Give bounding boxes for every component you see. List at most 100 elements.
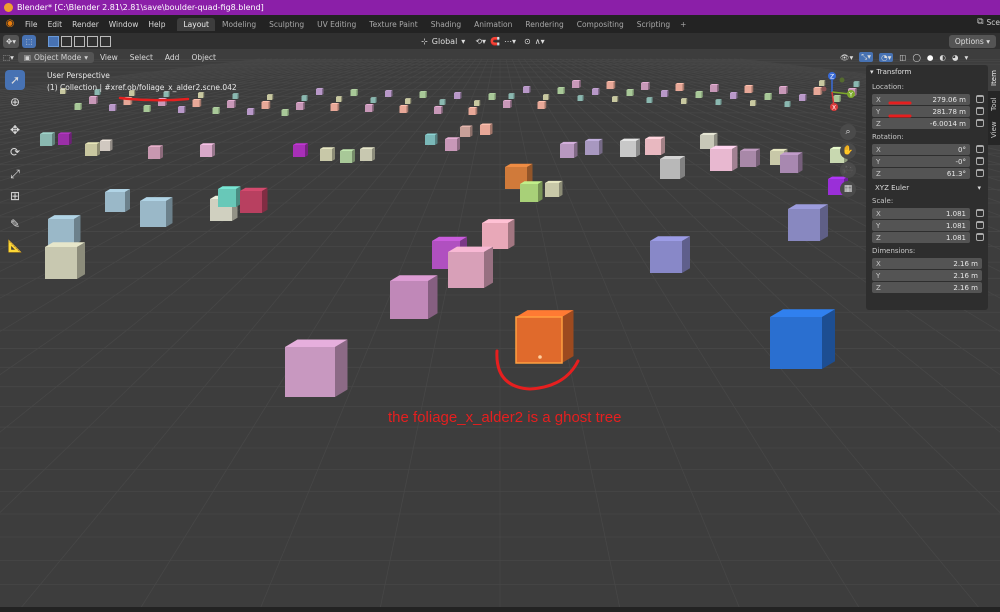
tab-sculpting[interactable]: Sculpting bbox=[263, 18, 310, 31]
scene-cube-far bbox=[227, 101, 234, 108]
scene-cube bbox=[740, 151, 756, 167]
tab-layout[interactable]: Layout bbox=[177, 17, 215, 31]
tab-item[interactable]: Item bbox=[988, 65, 1000, 91]
camera-view-icon[interactable]: 🎥 bbox=[840, 162, 856, 178]
lock-icon[interactable] bbox=[976, 221, 984, 229]
scale-x-field[interactable]: X 1.081 bbox=[872, 208, 984, 219]
scene-cube-side bbox=[305, 143, 308, 157]
ortho-grid-icon[interactable]: ▦ bbox=[840, 181, 856, 197]
tab-compositing[interactable]: Compositing bbox=[571, 18, 630, 31]
select-box-tool-icon[interactable]: ⬚ bbox=[22, 34, 37, 48]
rotate-icon[interactable]: ⟳ bbox=[5, 142, 25, 162]
scene-cube-far-side bbox=[406, 104, 409, 113]
transform-icon[interactable]: ⊞ bbox=[5, 186, 25, 206]
tab-shading[interactable]: Shading bbox=[425, 18, 467, 31]
scale-y-field[interactable]: Y 1.081 bbox=[872, 220, 984, 231]
viewport-menu-add[interactable]: Add bbox=[159, 53, 186, 62]
navigation-gizmo[interactable]: Z Y X bbox=[812, 70, 862, 115]
lock-icon[interactable] bbox=[976, 95, 984, 103]
rotation-z-field[interactable]: Z 61.3° bbox=[872, 168, 984, 179]
wireframe-shading-icon[interactable]: ◯ bbox=[912, 53, 920, 62]
tab-scripting[interactable]: Scripting bbox=[631, 18, 676, 31]
dimensions-z-field[interactable]: Z 2.16 m bbox=[872, 282, 982, 293]
cursor-3d-icon[interactable]: ⊕ bbox=[5, 92, 25, 112]
lock-icon[interactable] bbox=[976, 157, 984, 165]
scene-cube-far-side bbox=[306, 95, 308, 101]
mode-extend-icon[interactable] bbox=[61, 35, 73, 47]
pivot-icon[interactable]: ⟲▾ bbox=[475, 37, 486, 46]
measure-icon[interactable]: 📐 bbox=[5, 236, 25, 256]
zoom-icon[interactable]: ⌕ bbox=[840, 124, 856, 140]
scale-icon[interactable]: ⤢ bbox=[5, 164, 25, 184]
transform-section-header[interactable]: ▾ Transform bbox=[866, 65, 988, 79]
axis-label: X bbox=[876, 145, 881, 154]
scene-name[interactable]: Sce bbox=[987, 18, 1000, 27]
gizmo-neg-y-axis[interactable] bbox=[821, 86, 827, 92]
object-mode-dropdown[interactable]: ▣ Object Mode ▾ bbox=[17, 51, 94, 63]
editor-type-icon[interactable]: ⬚▾ bbox=[3, 53, 14, 62]
rotation-x-field[interactable]: X 0° bbox=[872, 144, 984, 155]
menu-render[interactable]: Render bbox=[67, 20, 104, 29]
menu-file[interactable]: File bbox=[20, 20, 43, 29]
rotation-y-field[interactable]: Y -0° bbox=[872, 156, 984, 167]
lock-icon[interactable] bbox=[976, 145, 984, 153]
viewport-menu-view[interactable]: View bbox=[94, 53, 124, 62]
solid-shading-icon[interactable]: ● bbox=[927, 53, 934, 62]
rotation-mode-dropdown[interactable]: XYZ Euler ▾ bbox=[872, 182, 984, 193]
mode-set-icon[interactable] bbox=[48, 35, 60, 47]
orientation-dropdown[interactable]: Global bbox=[432, 37, 458, 46]
scene-icon[interactable]: ⧉ bbox=[977, 17, 983, 27]
visibility-icon[interactable]: 👁▾ bbox=[840, 53, 853, 62]
snap-target-icon[interactable]: ⋯▾ bbox=[504, 37, 516, 46]
tool-header: ✥▾ ⬚ ⊹ Global ▾ ⟲▾ 🧲 ⋯▾ ⊙ ∧▾ Options ▾ bbox=[0, 33, 1000, 49]
mode-intersect-icon[interactable] bbox=[100, 35, 112, 47]
scene-cube-far-side bbox=[268, 100, 271, 109]
pan-hand-icon[interactable]: ✋ bbox=[840, 143, 856, 159]
scene-cube-far bbox=[212, 108, 219, 114]
tab-view[interactable]: View bbox=[988, 117, 1000, 143]
lock-icon[interactable] bbox=[976, 119, 984, 127]
menu-window[interactable]: Window bbox=[104, 20, 144, 29]
rendered-shading-icon[interactable]: ◕ bbox=[952, 53, 959, 62]
lock-icon[interactable] bbox=[976, 107, 984, 115]
tab-animation[interactable]: Animation bbox=[468, 18, 518, 31]
scale-z-field[interactable]: Z 1.081 bbox=[872, 232, 984, 243]
chevron-down-icon[interactable]: ▾ bbox=[965, 53, 969, 62]
gizmo-icon[interactable]: ⤡▾ bbox=[859, 52, 874, 62]
tab-modeling[interactable]: Modeling bbox=[216, 18, 262, 31]
viewport-menu-object[interactable]: Object bbox=[185, 53, 221, 62]
tab-uv-editing[interactable]: UV Editing bbox=[311, 18, 362, 31]
material-shading-icon[interactable]: ◐ bbox=[939, 53, 946, 62]
select-cursor-icon[interactable]: ➚ bbox=[5, 70, 25, 90]
lock-icon[interactable] bbox=[976, 209, 984, 217]
xray-icon[interactable]: ◫ bbox=[899, 53, 906, 62]
gizmo-neg-x-axis[interactable] bbox=[839, 77, 845, 83]
dimensions-y-field[interactable]: Y 2.16 m bbox=[872, 270, 982, 281]
blender-logo-icon[interactable]: ◉ bbox=[4, 18, 16, 30]
viewport-menu-select[interactable]: Select bbox=[124, 53, 159, 62]
tab-texture-paint[interactable]: Texture Paint bbox=[363, 18, 423, 31]
lock-icon[interactable] bbox=[976, 233, 984, 241]
mode-subtract-icon[interactable] bbox=[74, 35, 86, 47]
overlay-icon[interactable]: ◔▾ bbox=[879, 52, 894, 62]
scene-cube-far bbox=[301, 96, 307, 101]
add-workspace-icon[interactable]: + bbox=[676, 20, 690, 29]
annotate-icon[interactable]: ✎ bbox=[5, 214, 25, 234]
transform-gizmo-dropdown-icon[interactable]: ✥▾ bbox=[3, 34, 20, 48]
options-button[interactable]: Options ▾ bbox=[948, 34, 996, 48]
scene-cube-far bbox=[267, 95, 272, 100]
lock-icon[interactable] bbox=[976, 169, 984, 177]
falloff-icon[interactable]: ∧▾ bbox=[535, 37, 545, 46]
chevron-down-icon[interactable]: ▾ bbox=[461, 37, 465, 46]
field-value: 2.16 m bbox=[953, 283, 978, 292]
snap-icon[interactable]: 🧲 bbox=[490, 37, 500, 46]
tab-rendering[interactable]: Rendering bbox=[519, 18, 569, 31]
move-icon[interactable]: ✥ bbox=[5, 120, 25, 140]
menu-help[interactable]: Help bbox=[143, 20, 170, 29]
mode-invert-icon[interactable] bbox=[87, 35, 99, 47]
menu-edit[interactable]: Edit bbox=[43, 20, 68, 29]
scene-cube-side bbox=[680, 156, 685, 179]
tab-tool[interactable]: Tool bbox=[988, 91, 1000, 117]
dimensions-x-field[interactable]: X 2.16 m bbox=[872, 258, 982, 269]
proportional-edit-icon[interactable]: ⊙ bbox=[524, 37, 531, 46]
